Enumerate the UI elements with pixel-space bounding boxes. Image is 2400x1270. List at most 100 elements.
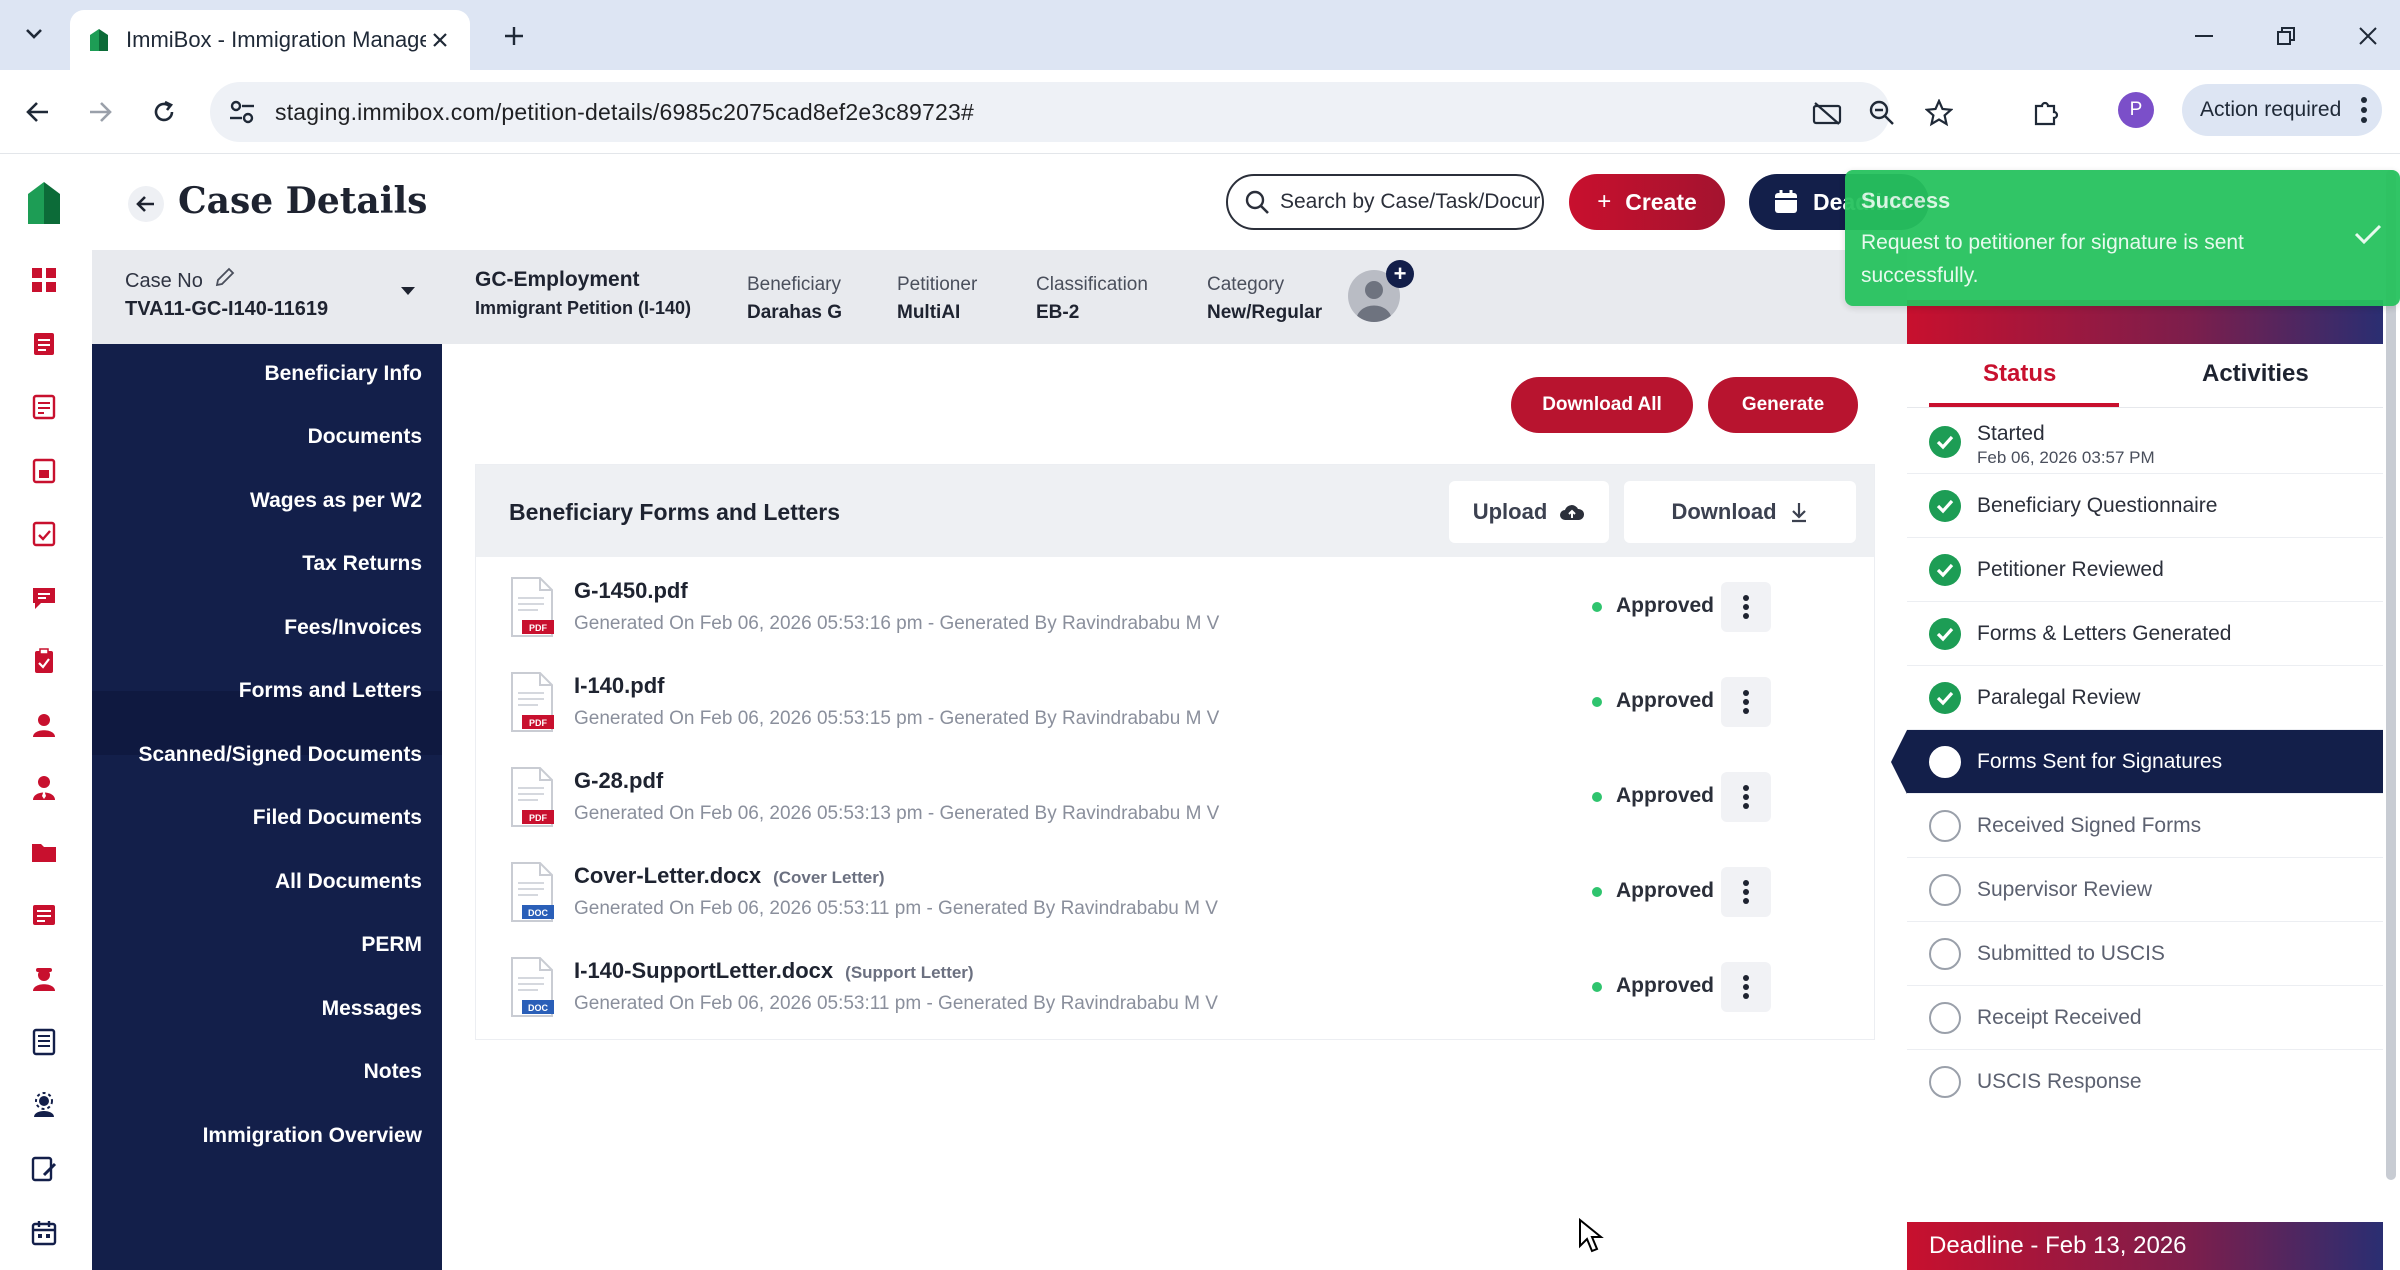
- profile-avatar[interactable]: P: [2118, 92, 2154, 128]
- nav-tax-returns[interactable]: Tax Returns: [302, 552, 422, 576]
- calendar-nav[interactable]: [28, 1217, 60, 1249]
- worker-icon: [33, 968, 55, 991]
- nav-beneficiary-info[interactable]: Beneficiary Info: [264, 362, 422, 386]
- status-step-current: Forms Sent for Signatures: [1907, 730, 2383, 794]
- pencil-icon[interactable]: [214, 266, 236, 288]
- camera-off-button[interactable]: [1810, 96, 1844, 130]
- svg-text:DOC: DOC: [528, 1003, 549, 1013]
- contacts-nav[interactable]: [28, 709, 60, 741]
- document-actions-button[interactable]: [1721, 772, 1771, 822]
- document-meta: Generated On Feb 06, 2026 05:53:15 pm - …: [574, 708, 1220, 729]
- nav-messages[interactable]: Messages: [322, 997, 422, 1021]
- status-step: Received Signed Forms: [1907, 794, 2383, 858]
- doc-file-icon: DOC: [511, 957, 554, 1017]
- bookmark-button[interactable]: [1922, 96, 1956, 130]
- document-name-text: I-140.pdf: [574, 673, 665, 698]
- back-nav-button[interactable]: [18, 92, 58, 132]
- employees-nav[interactable]: [28, 963, 60, 995]
- zoom-out-icon: [1869, 100, 1894, 125]
- nav-notes[interactable]: Notes: [364, 1060, 422, 1084]
- tab-search-button[interactable]: [14, 14, 54, 54]
- dashboard-nav[interactable]: [28, 264, 60, 296]
- empty-circle-icon: [1929, 938, 1961, 970]
- tab-activities[interactable]: Activities: [2202, 360, 2309, 388]
- document-row[interactable]: PDF I-140.pdf Generated On Feb 06, 2026 …: [476, 655, 1874, 750]
- document-name[interactable]: I-140.pdf: [574, 673, 676, 699]
- immibox-logo-icon[interactable]: [24, 178, 64, 228]
- clipboard-nav[interactable]: [28, 645, 60, 677]
- page-scrollbar[interactable]: [2386, 170, 2396, 1180]
- browser-tab[interactable]: ImmiBox - Immigration Manage: [70, 10, 470, 70]
- document-row[interactable]: DOC Cover-Letter.docx (Cover Letter) Gene…: [476, 845, 1874, 940]
- browser-tab-bar: ImmiBox - Immigration Manage: [0, 0, 2400, 70]
- nav-filed-documents[interactable]: Filed Documents: [253, 806, 422, 830]
- document-actions-button[interactable]: [1721, 962, 1771, 1012]
- document-actions-button[interactable]: [1721, 677, 1771, 727]
- download-button[interactable]: Download: [1624, 481, 1856, 543]
- plus-icon: [505, 27, 523, 45]
- nav-documents[interactable]: Documents: [308, 425, 422, 449]
- tasks-nav[interactable]: [28, 518, 60, 550]
- document-name[interactable]: I-140-SupportLetter.docx (Support Letter): [574, 958, 974, 984]
- search-input[interactable]: [1280, 190, 1540, 214]
- document-row[interactable]: PDF G-28.pdf Generated On Feb 06, 2026 0…: [476, 750, 1874, 845]
- nav-perm[interactable]: PERM: [361, 933, 422, 957]
- edit-nav[interactable]: [28, 1153, 60, 1185]
- restore-button[interactable]: [2264, 14, 2308, 58]
- svg-text:PDF: PDF: [529, 623, 548, 633]
- reports-nav[interactable]: [28, 455, 60, 487]
- caret-down-icon[interactable]: [400, 286, 416, 296]
- calendar-icon: [31, 1221, 57, 1246]
- add-assignee-button[interactable]: +: [1386, 260, 1414, 288]
- document-name-text: G-28.pdf: [574, 768, 664, 793]
- reload-button[interactable]: [144, 92, 184, 132]
- cases-nav[interactable]: [28, 328, 60, 360]
- document-name[interactable]: G-1450.pdf: [574, 578, 700, 604]
- global-search[interactable]: [1226, 174, 1544, 230]
- nav-fees-invoices[interactable]: Fees/Invoices: [284, 616, 422, 640]
- nav-immigration-overview[interactable]: Immigration Overview: [203, 1124, 422, 1148]
- create-button[interactable]: + Create: [1569, 174, 1725, 230]
- team-nav[interactable]: [28, 1090, 60, 1122]
- svg-text:PDF: PDF: [529, 813, 548, 823]
- document-row[interactable]: PDF G-1450.pdf Generated On Feb 06, 2026…: [476, 560, 1874, 655]
- upload-button[interactable]: Upload: [1449, 481, 1609, 543]
- clients-nav[interactable]: [28, 772, 60, 804]
- nav-wages[interactable]: Wages as per W2: [250, 489, 422, 513]
- omnibox[interactable]: staging.immibox.com/petition-details/698…: [210, 82, 1953, 142]
- forward-nav-button[interactable]: [80, 92, 120, 132]
- document-name[interactable]: G-28.pdf: [574, 768, 675, 794]
- url-text[interactable]: staging.immibox.com/petition-details/698…: [275, 99, 974, 126]
- messages-nav[interactable]: [28, 582, 60, 614]
- new-tab-button[interactable]: [494, 16, 534, 56]
- download-all-button[interactable]: Download All: [1511, 377, 1693, 433]
- zoom-button[interactable]: [1865, 96, 1899, 130]
- forms-nav[interactable]: [28, 391, 60, 423]
- back-button[interactable]: [128, 186, 164, 222]
- documents-nav[interactable]: [28, 1026, 60, 1058]
- close-window-button[interactable]: [2346, 14, 2390, 58]
- tab-status[interactable]: Status: [1983, 360, 2056, 388]
- nav-all-documents[interactable]: All Documents: [275, 870, 422, 894]
- kebab-menu-icon: [1743, 975, 1749, 999]
- case-section-nav: Beneficiary Info Documents Wages as per …: [92, 344, 442, 1270]
- document-row[interactable]: DOC I-140-SupportLetter.docx (Support Let…: [476, 940, 1874, 1035]
- nav-forms-and-letters[interactable]: Forms and Letters: [239, 679, 422, 703]
- note-icon: [33, 905, 55, 925]
- step-label: Received Signed Forms: [1977, 814, 2202, 837]
- action-required-button[interactable]: Action required: [2182, 84, 2382, 136]
- generate-button[interactable]: Generate: [1708, 377, 1858, 433]
- clipboard-icon: [35, 648, 53, 673]
- success-toast[interactable]: Success Request to petitioner for signat…: [1845, 170, 2400, 306]
- nav-scanned-signed[interactable]: Scanned/Signed Documents: [138, 743, 422, 767]
- tab-close-button[interactable]: [424, 24, 456, 56]
- minimize-button[interactable]: [2182, 14, 2226, 58]
- document-actions-button[interactable]: [1721, 867, 1771, 917]
- document-status: Approved: [1616, 784, 1715, 807]
- step-label: Supervisor Review: [1977, 878, 2153, 901]
- folders-nav[interactable]: [28, 836, 60, 868]
- notes-nav[interactable]: [28, 899, 60, 931]
- document-actions-button[interactable]: [1721, 582, 1771, 632]
- document-name[interactable]: Cover-Letter.docx (Cover Letter): [574, 863, 885, 889]
- extensions-button[interactable]: [2024, 90, 2068, 134]
